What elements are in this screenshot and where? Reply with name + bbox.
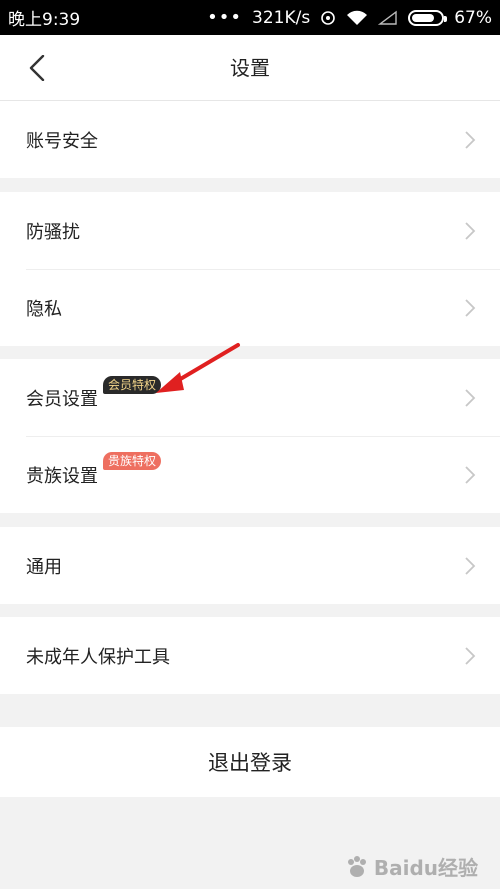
settings-group-minor-protection: 未成年人保护工具	[0, 617, 500, 694]
status-time: 晚上9:39	[8, 10, 81, 30]
chevron-right-icon	[465, 556, 476, 575]
settings-item-label: 账号安全	[26, 130, 98, 152]
settings-item-label: 通用	[26, 556, 62, 578]
settings-item-label: 防骚扰	[26, 221, 80, 243]
chevron-right-icon	[465, 221, 476, 240]
noble-privilege-badge: 贵族特权	[103, 452, 162, 470]
settings-item-general[interactable]: 通用	[0, 527, 500, 604]
signal-icon	[378, 10, 398, 26]
settings-item-label: 贵族设置	[26, 465, 98, 487]
wifi-icon	[346, 10, 368, 26]
settings-item-privacy[interactable]: 隐私	[0, 269, 500, 346]
settings-item-account-security[interactable]: 账号安全	[0, 101, 500, 178]
battery-icon	[408, 9, 448, 26]
chevron-right-icon	[465, 646, 476, 665]
chevron-right-icon	[465, 388, 476, 407]
settings-item-minor-protection[interactable]: 未成年人保护工具	[0, 617, 500, 694]
chevron-right-icon	[465, 298, 476, 317]
battery-fill	[412, 13, 434, 22]
hotspot-icon	[320, 10, 336, 26]
paw-icon	[347, 855, 366, 877]
settings-group-general: 通用	[0, 527, 500, 604]
watermark: Baidu经验	[344, 852, 478, 881]
status-bar: 晚上9:39 ••• 321K/s 67%	[0, 0, 500, 35]
settings-group-privacy: 防骚扰 隐私	[0, 192, 500, 346]
settings-group-account: 账号安全	[0, 101, 500, 178]
watermark-text: Baidu经验	[373, 856, 478, 880]
status-right: ••• 321K/s 67%	[207, 8, 492, 28]
settings-item-noble[interactable]: 贵族设置 贵族特权	[0, 436, 500, 513]
settings-group-membership: 会员设置 会员特权 贵族设置 贵族特权	[0, 359, 500, 513]
annotation-arrow-icon	[156, 343, 240, 393]
settings-item-anti-harassment[interactable]: 防骚扰	[0, 192, 500, 269]
settings-item-label: 会员设置	[26, 388, 98, 410]
chevron-right-icon	[465, 465, 476, 484]
page-title: 设置	[230, 56, 270, 80]
logout-button[interactable]: 退出登录	[0, 727, 500, 797]
settings-item-label: 隐私	[26, 298, 62, 320]
settings-item-label: 未成年人保护工具	[26, 646, 170, 668]
battery-percent: 67%	[454, 7, 492, 28]
nav-bar: 设置	[0, 35, 500, 101]
chevron-right-icon	[465, 130, 476, 149]
settings-item-membership[interactable]: 会员设置 会员特权	[0, 359, 500, 436]
network-speed: 321K/s	[252, 7, 311, 28]
notification-dots: •••	[207, 6, 243, 28]
